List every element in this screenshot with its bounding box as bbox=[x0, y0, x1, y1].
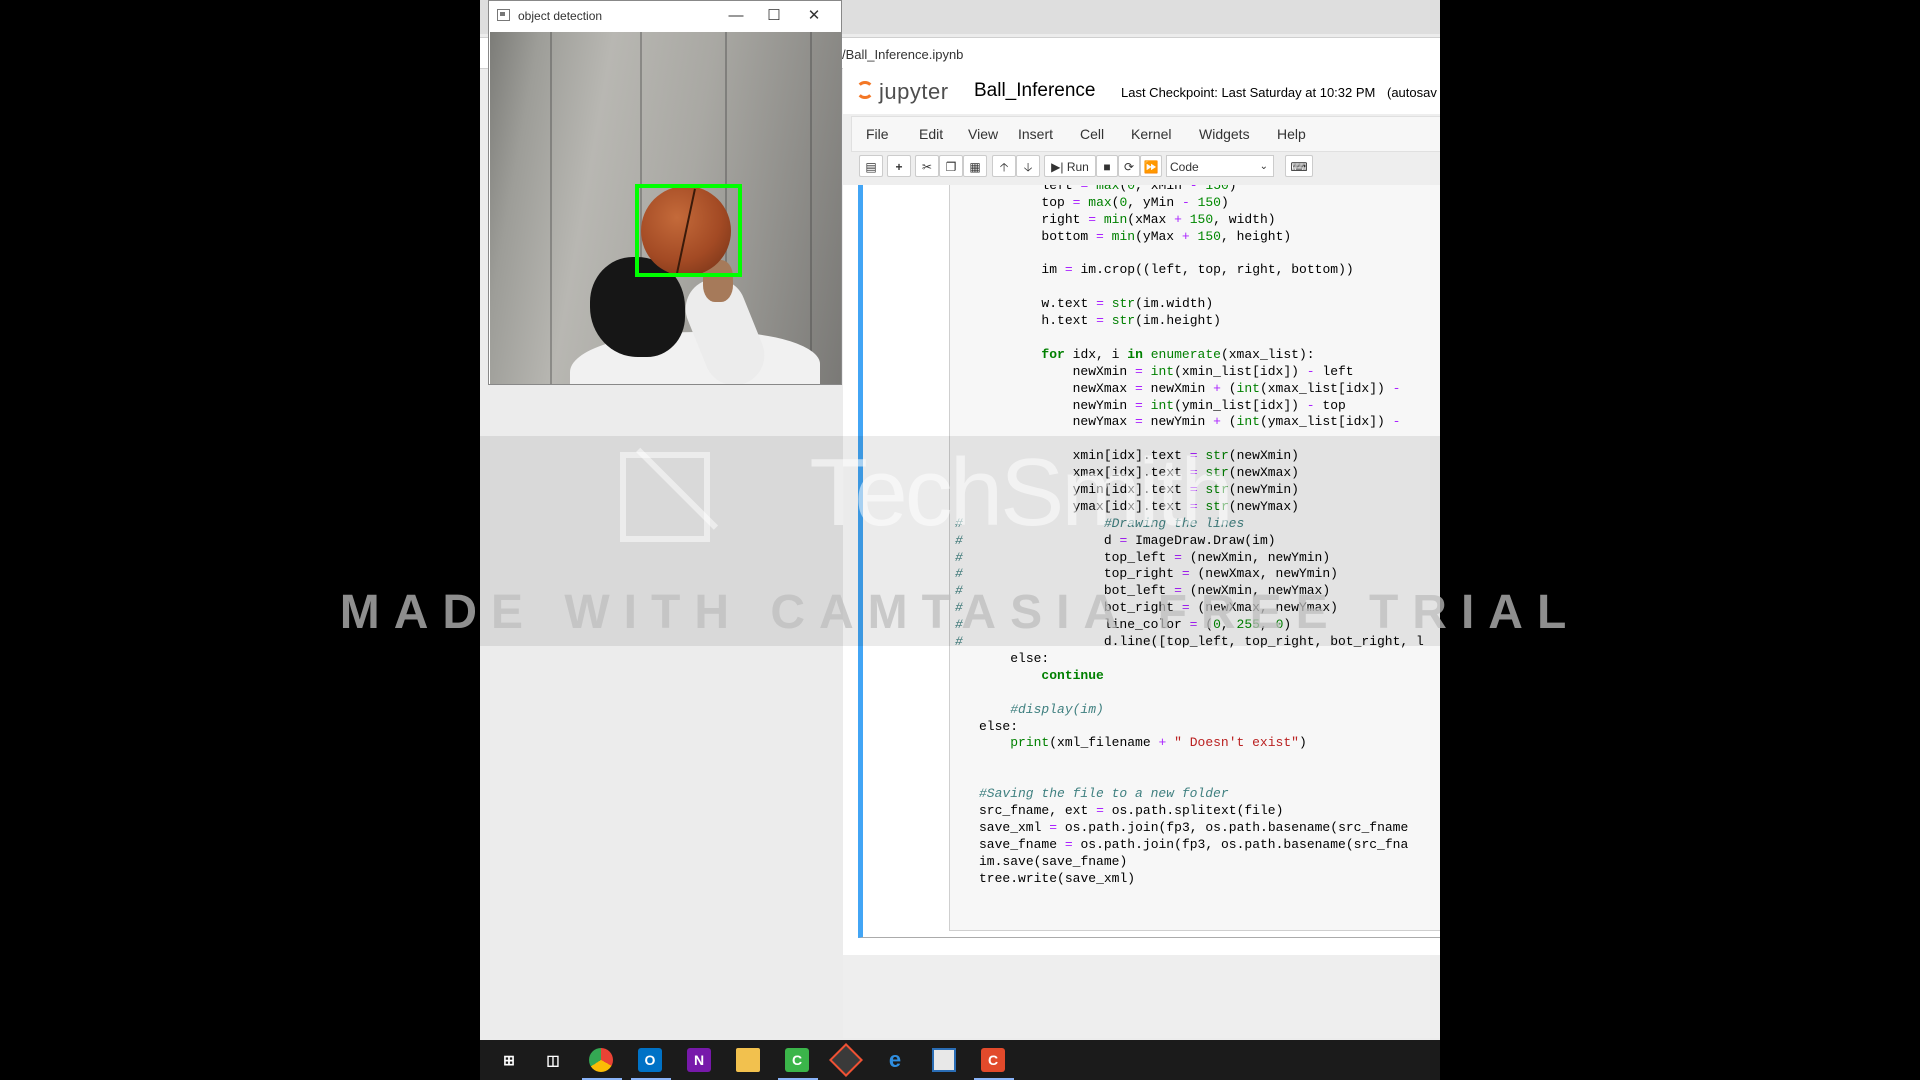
minimize-icon[interactable]: — bbox=[721, 5, 751, 27]
insert-cell-icon[interactable]: + bbox=[887, 155, 911, 177]
code-line: else: bbox=[979, 718, 1019, 734]
detection-bounding-box bbox=[635, 184, 742, 277]
copy-icon[interactable]: ❐ bbox=[939, 155, 963, 177]
fast-forward-icon[interactable]: ⏩ bbox=[1140, 155, 1162, 177]
address-text: /Ball_Inference.ipynb bbox=[842, 47, 964, 62]
code-line: im = im.crop((left, top, right, bottom)) bbox=[1041, 262, 1354, 278]
notebook-toolbar: ▤ + ✂ ❐ ▦ 🡡 🡣 ▶| Run ■ ⟳ ⏩ Code ⌄ ⌨ bbox=[851, 152, 1440, 182]
notebook-title[interactable]: Ball_Inference bbox=[974, 80, 1095, 102]
run-label: Run bbox=[1066, 160, 1089, 174]
code-line: print(xml_filename + " Doesn't exist") bbox=[1010, 735, 1307, 751]
checkpoint-text: Last Checkpoint: Last Saturday at 10:32 … bbox=[1121, 85, 1376, 100]
keyboard-icon[interactable]: ⌨ bbox=[1285, 155, 1313, 177]
jupyter-logo-icon bbox=[856, 81, 874, 99]
chrome-icon[interactable] bbox=[589, 1048, 613, 1072]
cut-icon[interactable]: ✂ bbox=[915, 155, 939, 177]
move-down-icon[interactable]: 🡣 bbox=[1016, 155, 1040, 177]
camtasia-icon[interactable]: C bbox=[981, 1048, 1005, 1072]
jupyter-logo[interactable]: jupyter bbox=[853, 78, 983, 106]
wall-line bbox=[550, 32, 552, 384]
code-line: save_fname = os.path.join(fp3, os.path.b… bbox=[979, 836, 1409, 852]
code-line: w.text = str(im.width) bbox=[1041, 296, 1214, 312]
menu-widgets[interactable]: Widgets bbox=[1199, 126, 1250, 142]
taskbar: ⊞ ◫ O N C e C bbox=[480, 1040, 1440, 1080]
paste-icon[interactable]: ▦ bbox=[963, 155, 987, 177]
code-line: newXmax = newXmin + (int(xmax_list[idx])… bbox=[1072, 380, 1401, 396]
cell-type-select[interactable]: Code ⌄ bbox=[1166, 155, 1274, 177]
chevron-down-icon: ⌄ bbox=[1259, 161, 1268, 172]
code-line: #Saving the file to a new folder bbox=[979, 786, 1229, 802]
code-line: src_fname, ext = os.path.splitext(file) bbox=[979, 802, 1284, 818]
restart-icon[interactable]: ⟳ bbox=[1118, 155, 1140, 177]
code-line: newXmin = int(xmin_list[idx]) - left bbox=[1072, 363, 1354, 379]
task-view-icon[interactable]: ◫ bbox=[541, 1048, 565, 1072]
menu-kernel[interactable]: Kernel bbox=[1131, 126, 1171, 142]
code-line: left = max(0, xMin - 150) bbox=[1041, 185, 1237, 193]
watermark-brand: TechSmith bbox=[0, 438, 1920, 548]
menu-cell[interactable]: Cell bbox=[1080, 126, 1104, 142]
menu-file[interactable]: File bbox=[866, 126, 889, 142]
od-window-title: object detection bbox=[518, 9, 603, 23]
windows-start-icon[interactable]: ⊞ bbox=[497, 1048, 521, 1072]
menu-insert[interactable]: Insert bbox=[1018, 126, 1053, 142]
cell-type-value: Code bbox=[1170, 160, 1199, 174]
onenote-icon[interactable]: N bbox=[687, 1048, 711, 1072]
code-line: tree.write(save_xml) bbox=[979, 870, 1136, 886]
code-line: newYmax = newYmin + (int(ymax_list[idx])… bbox=[1072, 414, 1401, 430]
code-line: for idx, i in enumerate(xmax_list): bbox=[1041, 346, 1315, 362]
code-line: newYmin = int(ymin_list[idx]) - top bbox=[1072, 397, 1346, 413]
file-explorer-icon[interactable] bbox=[736, 1048, 760, 1072]
detection-image bbox=[490, 32, 841, 384]
menu-edit[interactable]: Edit bbox=[919, 126, 943, 142]
close-icon[interactable]: ✕ bbox=[799, 5, 829, 27]
menu-help[interactable]: Help bbox=[1277, 126, 1306, 142]
git-icon[interactable] bbox=[829, 1043, 863, 1077]
code-line: bottom = min(yMax + 150, height) bbox=[1041, 228, 1292, 244]
wall-line bbox=[810, 32, 812, 384]
app-window-icon[interactable] bbox=[932, 1048, 956, 1072]
code-line: top = max(0, yMin - 150) bbox=[1041, 194, 1229, 210]
code-line: #display(im) bbox=[979, 701, 1104, 717]
jupyter-logo-text: jupyter bbox=[879, 79, 949, 104]
code-line: right = min(xMax + 150, width) bbox=[1041, 211, 1276, 227]
menu-view[interactable]: View bbox=[968, 126, 998, 142]
code-line: save_xml = os.path.join(fp3, os.path.bas… bbox=[979, 819, 1409, 835]
step-forward-icon: ▶| bbox=[1051, 160, 1064, 174]
code-line: h.text = str(im.height) bbox=[1041, 313, 1221, 329]
autosave-text: (autosav bbox=[1387, 85, 1437, 100]
od-titlebar[interactable]: object detection — ☐ ✕ bbox=[489, 1, 841, 31]
watermark-brand-text: TechSmith bbox=[809, 439, 1233, 546]
object-detection-window: object detection — ☐ ✕ bbox=[488, 0, 842, 385]
outlook-icon[interactable]: O bbox=[638, 1048, 662, 1072]
code-line: im.save(save_fname) bbox=[979, 853, 1128, 869]
save-icon[interactable]: ▤ bbox=[859, 155, 883, 177]
window-app-icon bbox=[497, 9, 510, 21]
move-up-icon[interactable]: 🡡 bbox=[992, 155, 1016, 177]
jupyter-header: jupyter Ball_Inference Last Checkpoint: … bbox=[843, 68, 1440, 114]
maximize-icon[interactable]: ☐ bbox=[759, 5, 789, 27]
run-button[interactable]: ▶| Run bbox=[1044, 155, 1096, 177]
stop-icon[interactable]: ■ bbox=[1096, 155, 1118, 177]
checkpoint-status: Last Checkpoint: Last Saturday at 10:32 … bbox=[1121, 85, 1437, 100]
camtasia-recorder-icon[interactable]: C bbox=[785, 1048, 809, 1072]
watermark-subtitle: MADE WITH CAMTASIA FREE TRIAL bbox=[339, 586, 1581, 639]
menu-bar: File Edit View Insert Cell Kernel Widget… bbox=[851, 116, 1440, 152]
code-line: else: bbox=[1010, 650, 1050, 666]
code-line: continue bbox=[1041, 667, 1104, 683]
edge-icon[interactable]: e bbox=[883, 1048, 907, 1072]
